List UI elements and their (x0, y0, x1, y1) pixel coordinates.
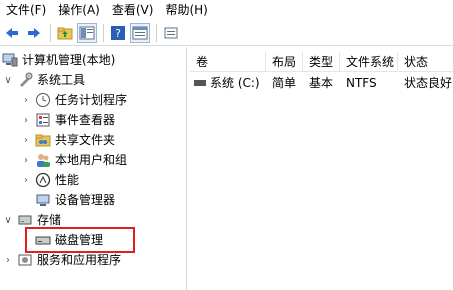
tree-item-local-users-groups[interactable]: › 本地用户和组 (20, 150, 127, 170)
chevron-right-icon[interactable]: › (20, 110, 32, 130)
tree-item-shared-folders[interactable]: › 共享文件夹 (20, 130, 115, 150)
tree-item-services-apps[interactable]: › 服务和应用程序 (2, 250, 121, 270)
performance-gauge-icon (35, 172, 51, 188)
shared-folder-icon (35, 132, 51, 148)
column-header-layout[interactable]: 布局 (266, 52, 303, 72)
chevron-right-icon[interactable]: › (20, 130, 32, 150)
chevron-right-icon[interactable]: › (20, 170, 32, 190)
tree-item-root[interactable]: 计算机管理(本地) (2, 50, 115, 70)
column-header-type[interactable]: 类型 (303, 52, 340, 72)
computer-management-icon (2, 52, 18, 68)
cell-status: 状态良好 ( (404, 76, 453, 90)
tree-item-label: 系统工具 (37, 73, 86, 87)
tree-item-label: 性能 (55, 173, 80, 187)
menu-bar: 文件(F) 操作(A) 查看(V) 帮助(H) (0, 0, 453, 20)
event-log-icon (35, 112, 51, 128)
toolbar-separator (50, 23, 51, 42)
toolbar: ? (0, 20, 453, 46)
services-icon (17, 252, 33, 268)
menu-action[interactable]: 操作(A) (52, 0, 106, 20)
tree-item-label: 服务和应用程序 (37, 253, 122, 267)
tree-item-label: 共享文件夹 (55, 133, 116, 147)
column-header-volume[interactable]: 卷 (190, 52, 266, 72)
menu-help[interactable]: 帮助(H) (159, 0, 213, 20)
tree-item-label: 计算机管理(本地) (22, 53, 116, 67)
tree-item-label: 任务计划程序 (55, 93, 128, 107)
users-icon (35, 152, 51, 168)
device-manager-icon (35, 192, 51, 208)
volume-name: 系统 (C:) (210, 76, 260, 90)
cell-layout: 简单 (272, 76, 297, 90)
column-header-status[interactable]: 状态 (398, 52, 453, 72)
highlight-box (25, 227, 135, 253)
svg-text:?: ? (115, 27, 121, 40)
toolbar-separator (156, 23, 157, 42)
tree-item-event-viewer[interactable]: › 事件查看器 (20, 110, 115, 130)
clock-icon (35, 92, 51, 108)
cell-type: 基本 (309, 76, 334, 90)
volume-list: 卷 布局 类型 文件系统 状态 系统 (C:) 简单 基本 NTFS 状态良好 … (190, 52, 453, 290)
export-list-icon[interactable] (161, 23, 181, 43)
console-tree: 计算机管理(本地) ∨ 系统工具 › 任务计划程序 › 事件查看器 › 共享文件… (0, 47, 187, 290)
folder-up-icon[interactable] (55, 23, 75, 43)
menu-file[interactable]: 文件(F) (0, 0, 52, 20)
chevron-right-icon[interactable]: › (20, 150, 32, 170)
table-row[interactable]: 系统 (C:) 简单 基本 NTFS 状态良好 ( (190, 73, 453, 93)
back-arrow-icon[interactable] (2, 23, 22, 43)
forward-arrow-icon[interactable] (24, 23, 44, 43)
tree-item-device-manager[interactable]: 设备管理器 (35, 190, 115, 210)
properties-icon[interactable] (130, 22, 150, 43)
tree-item-label: 本地用户和组 (55, 153, 128, 167)
volume-icon (194, 80, 206, 86)
chevron-right-icon[interactable]: › (20, 90, 32, 110)
tree-item-performance[interactable]: › 性能 (20, 170, 79, 190)
toolbox-icon (17, 72, 33, 88)
list-header: 卷 布局 类型 文件系统 状态 (190, 52, 453, 72)
tree-item-task-scheduler[interactable]: › 任务计划程序 (20, 90, 127, 110)
chevron-down-icon[interactable]: ∨ (2, 70, 14, 90)
menu-view[interactable]: 查看(V) (106, 0, 160, 20)
help-icon[interactable]: ? (108, 23, 128, 43)
cell-volume: 系统 (C:) (190, 73, 266, 93)
toolbar-separator (103, 23, 104, 42)
cell-filesystem: NTFS (346, 76, 377, 90)
chevron-right-icon[interactable]: › (2, 250, 14, 270)
chevron-down-icon[interactable]: ∨ (2, 210, 14, 230)
column-header-filesystem[interactable]: 文件系统 (340, 52, 398, 72)
storage-icon (17, 212, 33, 228)
tree-item-label: 设备管理器 (55, 193, 116, 207)
tree-item-system-tools[interactable]: ∨ 系统工具 (2, 70, 85, 90)
show-tree-icon[interactable] (77, 22, 97, 43)
tree-item-label: 事件查看器 (55, 113, 116, 127)
